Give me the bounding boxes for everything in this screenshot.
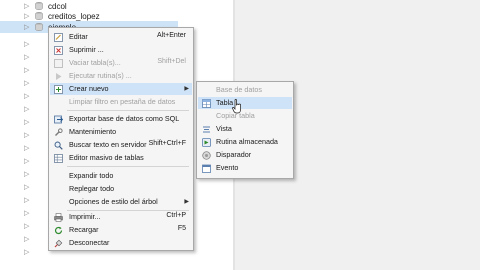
menu-item-clear-filter[interactable]: Limpiar filtro en pestaña de datos (50, 96, 192, 108)
menu-item-shortcut: F5 (177, 225, 186, 232)
chevron-right-icon[interactable]: ▷ (24, 66, 29, 74)
menu-item-shortcut: Alt+Enter (157, 32, 186, 39)
menu-item-delete[interactable]: Suprimir ... (50, 44, 192, 56)
view-icon (203, 126, 210, 133)
chevron-right-icon[interactable]: ▷ (24, 12, 29, 20)
menu-item-maintenance[interactable]: Mantenimiento (50, 126, 192, 138)
menu-item-edit[interactable]: Editar Alt+Enter (50, 31, 192, 43)
menu-item-expand-all[interactable]: Expandir todo (50, 170, 192, 182)
menu-separator (67, 110, 189, 111)
hand-cursor-icon (232, 99, 241, 114)
chevron-right-icon[interactable]: ▷ (24, 79, 29, 87)
menu-item-label: Editor masivo de tablas (69, 153, 144, 162)
menu-item-tree-style[interactable]: Opciones de estilo del árbol ▶ (50, 196, 192, 208)
chevron-right-icon[interactable]: ▷ (24, 196, 29, 204)
menu-item-run-routines[interactable]: Ejecutar rutina(s) ... (50, 70, 192, 82)
menu-item-label: Replegar todo (69, 184, 115, 193)
menu-item-label: Tabla (216, 98, 234, 107)
menu-item-label: Mantenimiento (69, 127, 117, 136)
trigger-icon (202, 151, 211, 160)
chevron-right-icon[interactable]: ▷ (24, 105, 29, 113)
submenu-arrow-icon: ▶ (184, 199, 189, 205)
chevron-right-icon[interactable]: ▷ (24, 53, 29, 61)
bulk-table-editor-icon (54, 154, 63, 163)
menu-item-label: Suprimir ... (69, 45, 104, 54)
submenu-item-event[interactable]: Evento (198, 162, 292, 174)
chevron-right-icon[interactable]: ▷ (24, 222, 29, 230)
menu-item-label: Limpiar filtro en pestaña de datos (69, 97, 176, 106)
menu-item-label: Rutina almacenada (216, 137, 278, 146)
submenu-item-table[interactable]: Tabla (198, 97, 292, 109)
run-routine-icon (56, 73, 62, 80)
submenu-arrow-icon: ▶ (184, 86, 189, 92)
menu-item-shortcut: Shift+Ctrl+F (148, 140, 186, 147)
menu-item-label: Recargar (69, 225, 99, 234)
menu-item-label: Ejecutar rutina(s) ... (69, 71, 132, 80)
menu-item-export-sql[interactable]: Exportar base de datos como SQL (50, 113, 192, 125)
search-icon (54, 141, 63, 150)
calendar-icon (202, 164, 211, 173)
menu-item-label: Disparador (216, 150, 252, 159)
edit-icon (54, 33, 63, 42)
menu-item-label: Vaciar tabla(s)... (69, 58, 121, 67)
context-menu: Editar Alt+Enter Suprimir ... Vaciar tab… (48, 27, 194, 251)
tree-row-label: creditos_lopez (48, 11, 100, 21)
menu-item-label: Desconectar (69, 238, 110, 247)
menu-item-label: Opciones de estilo del árbol (69, 197, 158, 206)
database-icon (35, 12, 43, 20)
menu-item-reload[interactable]: Recargar F5 (50, 224, 192, 236)
submenu-item-view[interactable]: Vista (198, 123, 292, 135)
routine-icon (202, 138, 211, 147)
create-new-icon (54, 85, 63, 94)
menu-item-label: Editar (69, 32, 88, 41)
empty-table-icon (54, 59, 63, 68)
chevron-right-icon[interactable]: ▷ (24, 235, 29, 243)
disconnect-icon (54, 239, 63, 248)
menu-item-label: Exportar base de datos como SQL (69, 114, 180, 123)
table-icon (202, 99, 211, 108)
menu-item-label: Expandir todo (69, 171, 114, 180)
submenu-item-stored-routine[interactable]: Rutina almacenada (198, 136, 292, 148)
chevron-right-icon[interactable]: ▷ (24, 40, 29, 48)
menu-item-collapse-all[interactable]: Replegar todo (50, 183, 192, 195)
chevron-right-icon[interactable]: ▷ (24, 23, 29, 31)
chevron-right-icon[interactable]: ▷ (24, 157, 29, 165)
menu-item-label: Base de datos (216, 85, 262, 94)
submenu-item-trigger[interactable]: Disparador (198, 149, 292, 161)
chevron-right-icon[interactable]: ▷ (24, 183, 29, 191)
chevron-right-icon[interactable]: ▷ (24, 2, 29, 10)
menu-separator (67, 166, 189, 167)
database-icon (35, 2, 43, 10)
menu-item-bulk-edit[interactable]: Editor masivo de tablas (50, 152, 192, 164)
submenu-item-database[interactable]: Base de datos (198, 84, 292, 96)
printer-icon (54, 213, 63, 222)
menu-item-label: Evento (216, 163, 239, 172)
chevron-right-icon[interactable]: ▷ (24, 144, 29, 152)
menu-item-label: Imprimir... (69, 212, 101, 221)
menu-item-print[interactable]: Imprimir... Ctrl+P (50, 211, 192, 223)
create-new-submenu: Base de datos Tabla Copiar tabla Vista R… (196, 81, 294, 179)
chevron-right-icon[interactable]: ▷ (24, 209, 29, 217)
menu-item-shortcut: Shift+Del (157, 58, 186, 65)
menu-item-empty-tables[interactable]: Vaciar tabla(s)... Shift+Del (50, 57, 192, 69)
chevron-right-icon[interactable]: ▷ (24, 92, 29, 100)
chevron-right-icon[interactable]: ▷ (24, 248, 29, 256)
submenu-item-copy-table[interactable]: Copiar tabla (198, 110, 292, 122)
menu-item-create-new[interactable]: Crear nuevo ▶ (50, 83, 192, 95)
menu-item-label: Vista (216, 124, 232, 133)
chevron-right-icon[interactable]: ▷ (24, 131, 29, 139)
menu-item-disconnect[interactable]: Desconectar (50, 237, 192, 249)
delete-icon (54, 46, 63, 55)
export-icon (54, 115, 63, 124)
menu-item-find-text[interactable]: Buscar texto en servidor Shift+Ctrl+F (50, 139, 192, 151)
database-icon (35, 23, 43, 31)
chevron-right-icon[interactable]: ▷ (24, 118, 29, 126)
menu-item-label: Buscar texto en servidor (69, 140, 147, 149)
menu-item-label: Crear nuevo (69, 84, 109, 93)
menu-item-shortcut: Ctrl+P (166, 212, 186, 219)
chevron-right-icon[interactable]: ▷ (24, 170, 29, 178)
reload-icon (54, 226, 63, 235)
wrench-icon (55, 128, 63, 136)
